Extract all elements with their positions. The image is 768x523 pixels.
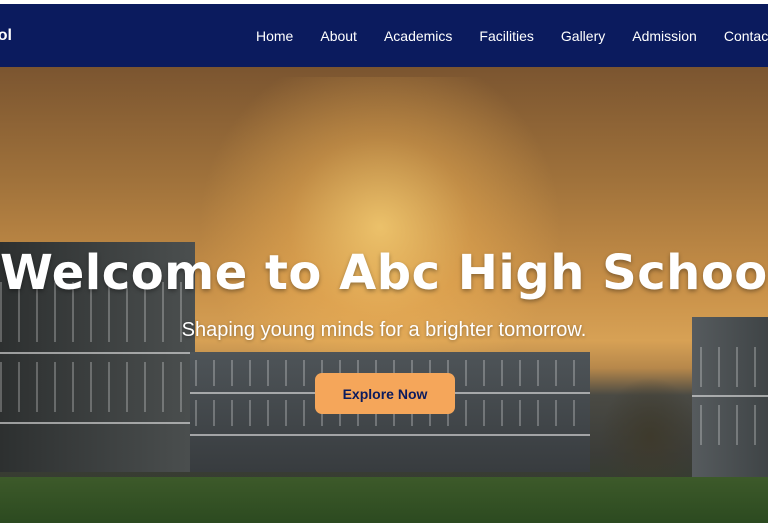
nav-link-facilities[interactable]: Facilities <box>479 28 533 44</box>
nav-link-admission[interactable]: Admission <box>632 28 697 44</box>
nav-link-about[interactable]: About <box>320 28 357 44</box>
brand-logo-text[interactable]: Abc High School <box>0 4 12 67</box>
hero-title: Welcome to Abc High School <box>0 245 768 301</box>
hero-section: Welcome to Abc High School Shaping young… <box>0 67 768 523</box>
main-nav: Home About Academics Facilities Gallery … <box>256 4 768 67</box>
nav-link-contact[interactable]: Contact <box>724 28 768 44</box>
nav-link-gallery[interactable]: Gallery <box>561 28 605 44</box>
nav-link-home[interactable]: Home <box>256 28 293 44</box>
nav-link-academics[interactable]: Academics <box>384 28 452 44</box>
hero-subtitle: Shaping young minds for a brighter tomor… <box>181 319 587 341</box>
hero-content: Welcome to Abc High School Shaping young… <box>0 67 768 523</box>
navbar: Abc High School Home About Academics Fac… <box>0 4 768 67</box>
explore-now-button[interactable]: Explore Now <box>315 373 455 414</box>
